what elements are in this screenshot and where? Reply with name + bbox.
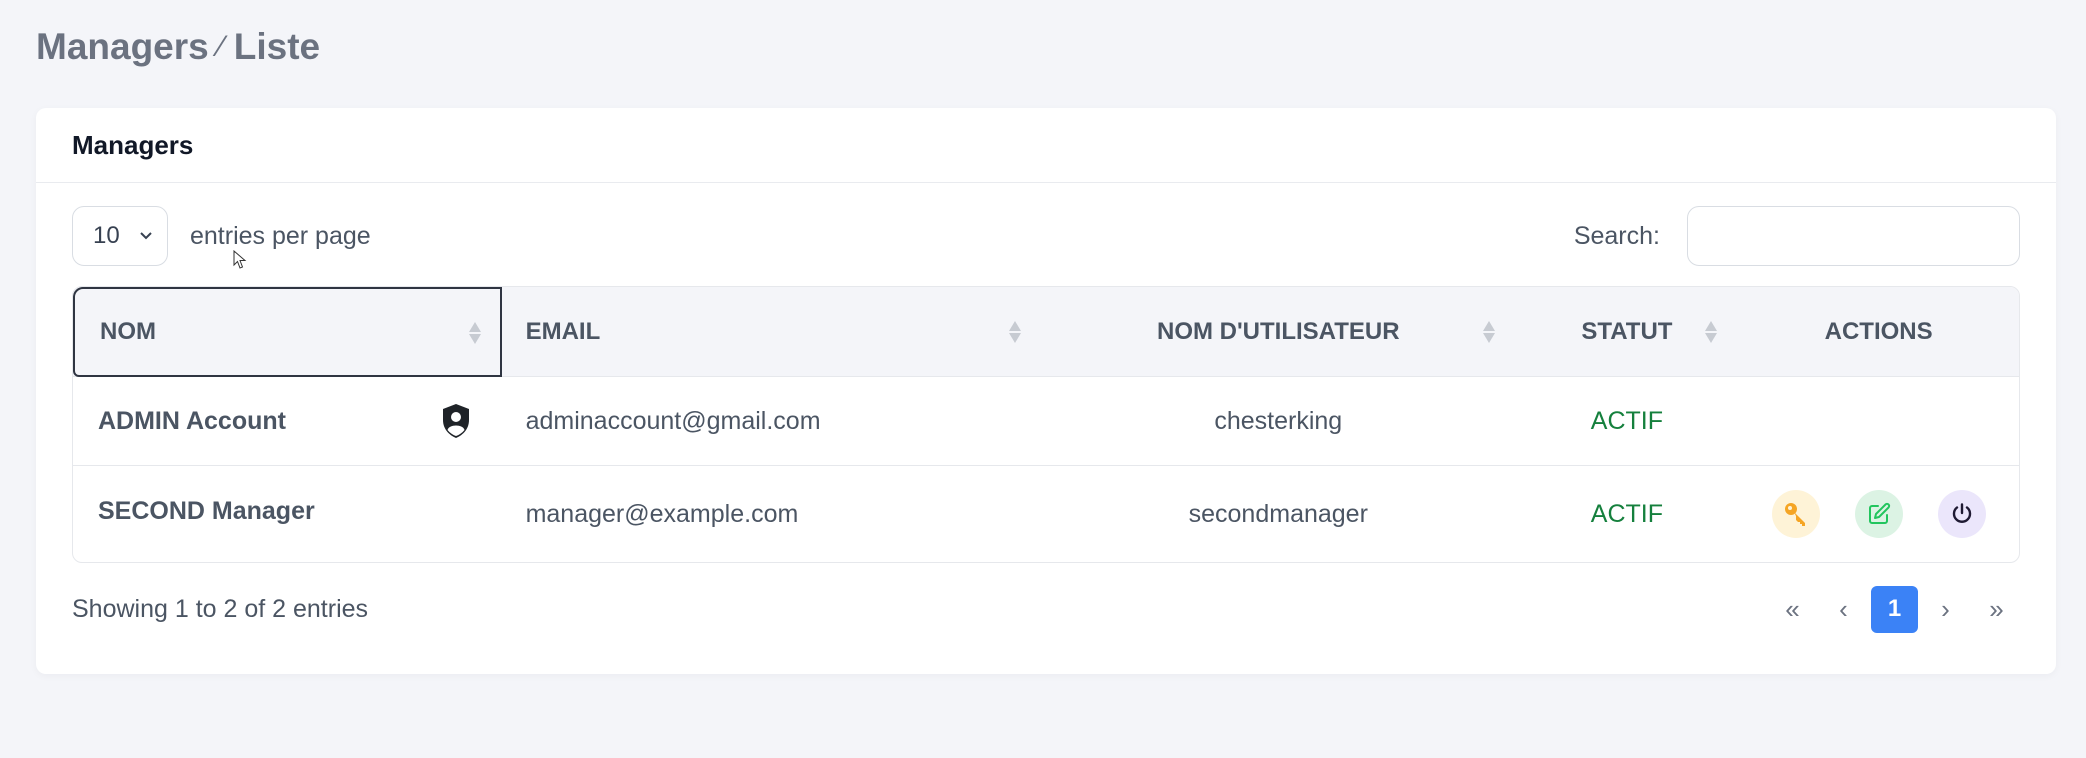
column-header-statut-label: STATUT <box>1581 318 1673 345</box>
table-footer: Showing 1 to 2 of 2 entries « ‹ 1 › » <box>72 584 2020 634</box>
per-page-control: 10 entries per page <box>72 206 371 266</box>
search-label: Search: <box>1573 221 1660 250</box>
column-header-actions: ACTIONS <box>1738 287 2019 377</box>
cell-username: secondmanager <box>1188 499 1368 528</box>
card-title: Managers <box>72 129 194 160</box>
breadcrumb: Managers ⁄ Liste <box>36 26 320 68</box>
cell-actions <box>1738 377 2019 465</box>
page-button-current[interactable]: 1 <box>1871 585 1918 633</box>
first-page-button[interactable]: « <box>1769 586 1816 633</box>
cell-actions <box>1738 466 2019 562</box>
breadcrumb-separator: ⁄ <box>218 30 224 63</box>
column-header-email[interactable]: EMAIL <box>502 287 1041 377</box>
entries-info: Showing 1 to 2 of 2 entries <box>72 594 369 623</box>
search-input[interactable] <box>1687 206 2020 266</box>
column-header-actions-label: ACTIONS <box>1824 318 1933 345</box>
key-icon <box>1784 503 1805 526</box>
cell-nom: SECOND Manager <box>73 466 502 562</box>
table-header: NOM EMAIL NOM D'UTILISATEUR STATUT ACTIO… <box>73 287 2019 377</box>
mouse-cursor-icon <box>233 250 247 269</box>
sort-icon <box>1483 319 1496 345</box>
managers-card: Managers 10 entries per page Search: NOM… <box>36 108 2056 674</box>
table-row: SECOND Manager manager@example.com secon… <box>73 466 2019 562</box>
per-page-label: entries per page <box>190 221 371 250</box>
table-toolbar: 10 entries per page Search: <box>72 205 2020 267</box>
column-header-email-label: EMAIL <box>525 318 601 345</box>
chevron-down-icon <box>140 232 152 240</box>
next-page-button[interactable]: › <box>1922 586 1969 633</box>
shield-user-icon <box>443 404 469 438</box>
last-page-button[interactable]: » <box>1973 586 2020 633</box>
cell-email: manager@example.com <box>525 499 799 528</box>
per-page-value: 10 <box>93 222 120 249</box>
table-row: ADMIN Account adminaccount@gmail.com che… <box>73 377 2019 466</box>
per-page-select[interactable]: 10 <box>72 206 168 266</box>
prev-page-button[interactable]: ‹ <box>1820 586 1867 633</box>
pagination: « ‹ 1 › » <box>1769 585 2020 633</box>
column-header-statut[interactable]: STATUT <box>1516 287 1739 377</box>
card-header: Managers <box>36 108 2056 183</box>
reset-password-button[interactable] <box>1771 490 1820 538</box>
managers-table: NOM EMAIL NOM D'UTILISATEUR STATUT ACTIO… <box>72 286 2020 563</box>
deactivate-button[interactable] <box>1937 490 1986 538</box>
search-control: Search: <box>1574 206 2020 266</box>
edit-icon <box>1868 502 1890 524</box>
manager-name: SECOND Manager <box>98 496 315 525</box>
status-badge: ACTIF <box>1590 406 1664 435</box>
status-badge: ACTIF <box>1590 499 1664 528</box>
cell-username: chesterking <box>1214 406 1343 435</box>
manager-name: ADMIN Account <box>98 406 286 435</box>
breadcrumb-section[interactable]: Managers <box>36 26 209 68</box>
column-header-nom-label: NOM <box>100 318 156 345</box>
sort-icon <box>1008 319 1021 345</box>
column-header-nom[interactable]: NOM <box>73 287 502 377</box>
cell-nom: ADMIN Account <box>73 377 502 465</box>
column-header-username[interactable]: NOM D'UTILISATEUR <box>1041 287 1516 377</box>
power-icon <box>1952 503 1971 523</box>
cell-email: adminaccount@gmail.com <box>525 406 821 435</box>
edit-button[interactable] <box>1854 490 1903 538</box>
sort-icon <box>469 320 481 346</box>
breadcrumb-page: Liste <box>233 26 321 67</box>
column-header-username-label: NOM D'UTILISATEUR <box>1156 318 1400 345</box>
sort-icon <box>1704 319 1717 345</box>
